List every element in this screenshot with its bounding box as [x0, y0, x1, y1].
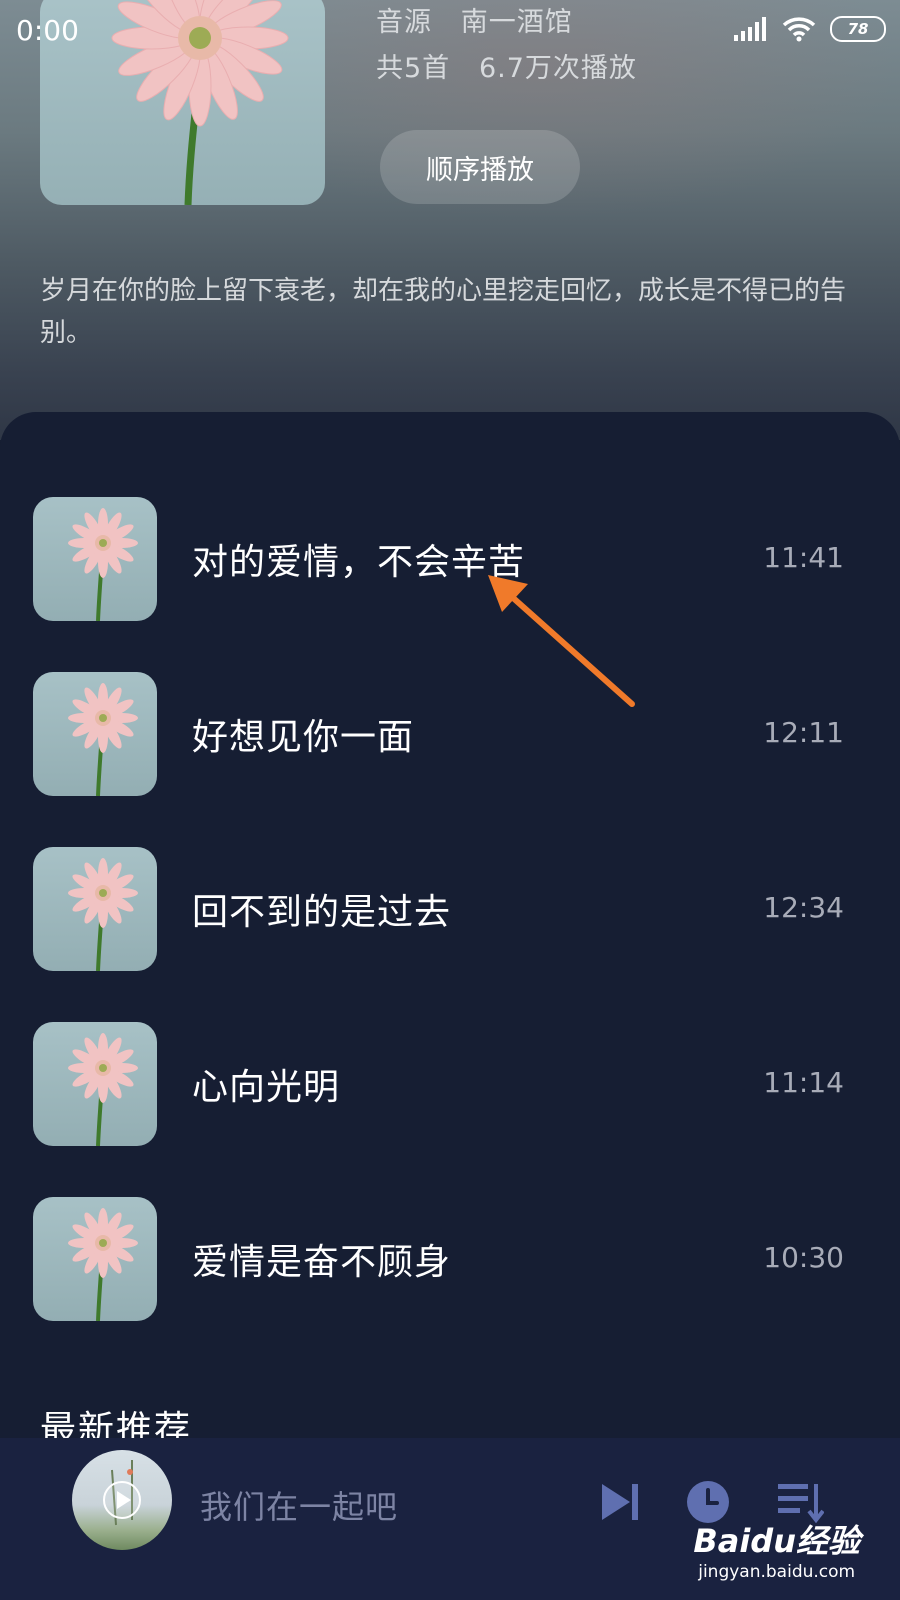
annotation-arrow-icon [488, 575, 635, 707]
song-title: 心向光明 [192, 1067, 341, 1108]
source-value[interactable]: 南一酒馆 [461, 7, 573, 38]
album-source: 音源 南一酒馆 [376, 0, 573, 39]
song-thumbnail [33, 1197, 157, 1321]
song-duration: 11:41 [763, 541, 844, 574]
play-order-button[interactable]: 顺序播放 [380, 130, 580, 204]
signal-icon [734, 17, 766, 41]
song-thumbnail [33, 497, 157, 621]
mini-player-cover[interactable] [72, 1450, 172, 1550]
song-title: 对的爱情，不会辛苦 [192, 542, 526, 583]
battery-indicator: 78 [830, 16, 886, 42]
watermark-url: jingyan.baidu.com [698, 1562, 856, 1582]
song-title: 回不到的是过去 [192, 892, 452, 933]
song-count: 共5首 [376, 53, 451, 84]
song-thumbnail [33, 847, 157, 971]
song-title: 爱情是奋不顾身 [192, 1242, 452, 1283]
song-title: 好想见你一面 [192, 717, 415, 758]
song-duration: 10:30 [763, 1241, 844, 1274]
baidu-watermark: Baidu经验 jingyan.baidu.com [693, 1516, 860, 1582]
song-thumbnail [33, 1022, 157, 1146]
song-duration: 12:11 [763, 716, 844, 749]
album-description: 岁月在你的脸上留下衰老，却在我的心里挖走回忆，成长是不得已的告别。 [40, 276, 847, 348]
song-row[interactable]: 爱情是奋不顾身 10:30 [0, 1197, 900, 1322]
playlist-panel: 对的爱情，不会辛苦 11:41 好想见你一面 12:11 回不到的是过去 12:… [0, 412, 900, 1442]
album-stats: 共5首 6.7万次播放 [376, 46, 637, 85]
song-row[interactable]: 心向光明 11:14 [0, 1022, 900, 1147]
song-row[interactable]: 对的爱情，不会辛苦 11:41 [0, 497, 900, 622]
play-icon[interactable] [102, 1480, 142, 1520]
play-count: 6.7万次播放 [478, 53, 637, 84]
watermark-logo: Baidu经验 [693, 1522, 860, 1560]
song-thumbnail [33, 672, 157, 796]
wifi-icon [782, 17, 816, 42]
song-row[interactable]: 回不到的是过去 12:34 [0, 847, 900, 972]
source-label: 音源 [376, 7, 432, 38]
song-row[interactable]: 好想见你一面 12:11 [0, 672, 900, 797]
song-duration: 12:34 [763, 891, 844, 924]
status-icons: 78 [734, 16, 886, 42]
mini-player-title[interactable]: 我们在一起吧 [200, 1482, 398, 1528]
mini-player[interactable]: 我们在一起吧 Baidu经验 jingyan.baidu.com [0, 1438, 900, 1600]
status-time: 0:00 [16, 14, 79, 47]
skip-next-icon[interactable] [596, 1478, 644, 1526]
song-duration: 11:14 [763, 1066, 844, 1099]
